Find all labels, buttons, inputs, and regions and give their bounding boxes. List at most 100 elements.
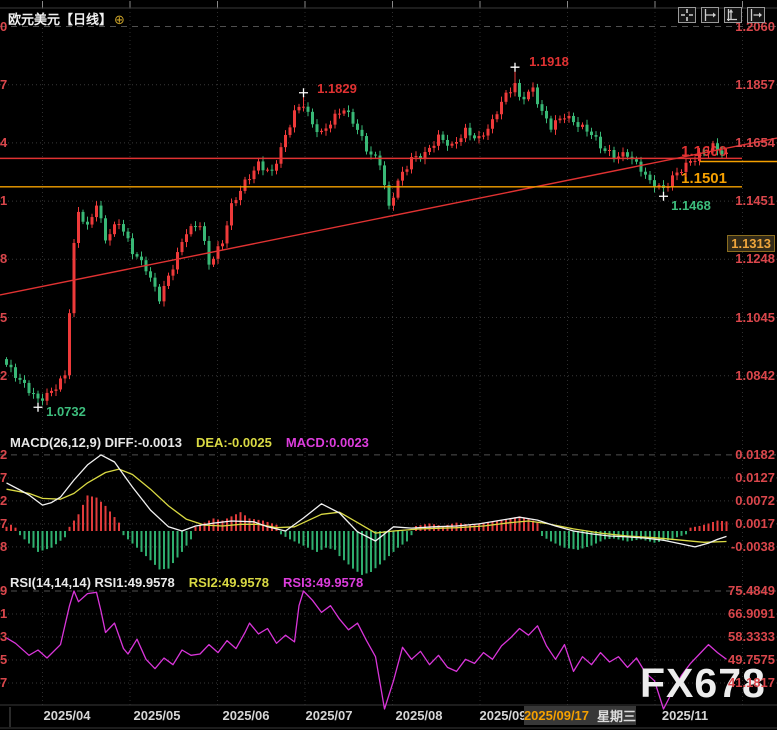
time-axis-label: 2025/05 xyxy=(134,708,181,723)
candle-body xyxy=(239,191,242,200)
left-axis-clipped-digit: 3 xyxy=(0,629,9,645)
candle-body xyxy=(266,170,269,171)
candle-body xyxy=(280,147,283,164)
left-axis-clipped-digit: 7 xyxy=(0,675,9,691)
candle-body xyxy=(10,365,13,367)
candle-body xyxy=(82,212,85,222)
rsi-label-part: RSI3:49.9578 xyxy=(283,575,363,590)
macd-axis-label: 0.0182 xyxy=(735,447,775,463)
candle-body xyxy=(212,259,215,265)
price-level-label: 1.1501 xyxy=(681,170,727,187)
candle-body xyxy=(217,246,220,259)
candle-body xyxy=(338,114,341,115)
candle-body xyxy=(203,226,206,241)
candle-body xyxy=(181,242,184,252)
candle-body xyxy=(190,226,193,234)
candle-body xyxy=(577,122,580,127)
chart-canvas[interactable]: 1.16001.15011.18291.19181.07321.1468 xyxy=(0,0,777,730)
left-axis-clipped-digit: 1 xyxy=(0,193,9,209)
candle-body xyxy=(41,398,44,400)
candle-body xyxy=(572,116,575,122)
candle-body xyxy=(86,222,89,225)
candle-body xyxy=(622,152,625,156)
candle-body xyxy=(64,375,67,378)
chart-toolbar xyxy=(678,7,765,23)
candle-body xyxy=(689,161,692,163)
scale-y-icon[interactable] xyxy=(724,7,742,23)
left-axis-clipped-digit: 8 xyxy=(0,251,9,267)
macd-label-part: MACD(26,12,9) DIFF:-0.0013 xyxy=(10,435,182,450)
candle-body xyxy=(253,171,256,180)
candle-body xyxy=(464,128,467,138)
candle-body xyxy=(527,92,530,100)
candle-body xyxy=(293,110,296,127)
candle-body xyxy=(545,111,548,119)
symbol-title: 欧元美元【日线】⊕ xyxy=(8,9,125,28)
crosshair-weekday: 星期三 xyxy=(597,706,636,725)
candle-body xyxy=(325,128,328,130)
time-axis-label: 2025/04 xyxy=(44,708,91,723)
candle-body xyxy=(451,144,454,146)
candle-body xyxy=(383,165,386,185)
candle-body xyxy=(235,200,238,203)
candle-body xyxy=(487,129,490,136)
candle-body xyxy=(167,276,170,286)
candle-body xyxy=(505,93,508,102)
candle-body xyxy=(721,150,724,154)
price-axis-label: 1.1045 xyxy=(735,310,775,326)
macd-axis-label: 0.0017 xyxy=(735,516,775,532)
time-axis-label: 2025/08 xyxy=(396,708,443,723)
candle-body xyxy=(118,224,121,225)
candle-body xyxy=(244,180,247,191)
trendline[interactable] xyxy=(0,138,777,295)
scale-reset-icon[interactable] xyxy=(747,7,765,23)
candle-body xyxy=(374,154,377,155)
candle-body xyxy=(523,97,526,99)
candle-body xyxy=(725,153,728,154)
time-axis-label: 2025/07 xyxy=(306,708,353,723)
chart-window: 1.16001.15011.18291.19181.07321.1468 欧元美… xyxy=(0,0,777,730)
rsi-axis-label: 41.1817 xyxy=(728,675,775,691)
rsi-axis-label: 66.9091 xyxy=(728,606,775,622)
candle-body xyxy=(158,287,161,302)
time-axis-label: 2025/06 xyxy=(223,708,270,723)
candle-body xyxy=(14,367,17,378)
candle-body xyxy=(77,212,80,243)
candle-body xyxy=(563,118,566,119)
candle-body xyxy=(379,156,382,166)
candle-body xyxy=(437,135,440,146)
candle-body xyxy=(595,135,598,137)
candle-body xyxy=(46,393,49,401)
attach-indicator-icon[interactable]: ⊕ xyxy=(114,12,125,27)
candle-body xyxy=(194,226,197,227)
candle-body xyxy=(122,224,125,232)
extreme-cross-marker xyxy=(34,403,43,412)
candle-body xyxy=(406,169,409,171)
time-axis: 2025/04 2025/05 2025/06 2025/07 2025/08 2025/… xyxy=(0,705,777,728)
rsi-indicator-label: RSI(14,14,14) RSI1:49.9578RSI2:49.9578RS… xyxy=(10,575,363,590)
candle-body xyxy=(307,107,310,112)
candle-body xyxy=(163,286,166,301)
candle-body xyxy=(649,175,652,180)
candle-body xyxy=(532,87,535,91)
candle-body xyxy=(518,83,521,97)
candle-body xyxy=(626,152,629,157)
candle-body xyxy=(311,112,314,124)
candle-body xyxy=(455,142,458,144)
scale-x-icon[interactable] xyxy=(701,7,719,23)
rsi-axis-label: 49.7575 xyxy=(728,652,775,668)
candle-body xyxy=(671,175,674,186)
pan-icon[interactable] xyxy=(678,7,696,23)
candle-body xyxy=(32,393,35,394)
time-axis-label: 2025/11 xyxy=(662,708,708,723)
candle-body xyxy=(680,172,683,173)
candle-body xyxy=(428,148,431,152)
rsi-label-part: RSI2:49.9578 xyxy=(189,575,269,590)
candle-body xyxy=(554,120,557,129)
candle-body xyxy=(401,172,404,181)
candle-body xyxy=(586,125,589,132)
candle-body xyxy=(248,179,251,180)
macd-indicator-label: MACD(26,12,9) DIFF:-0.0013DEA:-0.0025MAC… xyxy=(10,435,369,450)
candle-body xyxy=(604,148,607,151)
candle-body xyxy=(149,271,152,277)
